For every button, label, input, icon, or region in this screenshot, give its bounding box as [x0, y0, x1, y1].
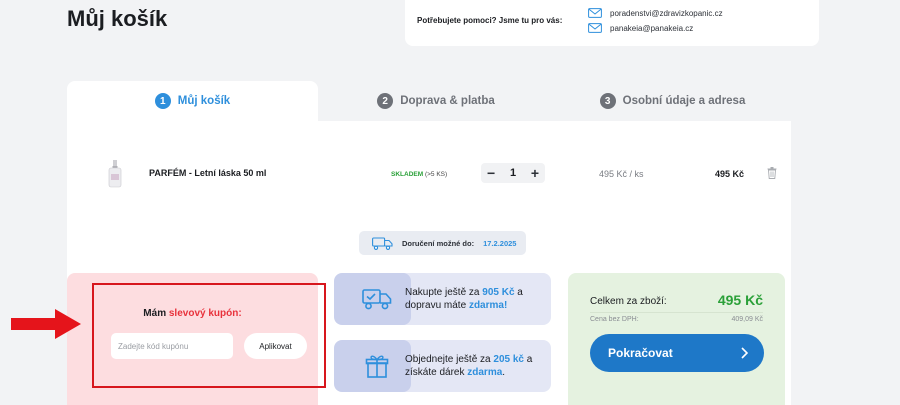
apply-coupon-button[interactable]: Aplikovat — [244, 333, 307, 359]
annotation-arrow-icon — [11, 309, 81, 339]
item-total-price: 495 Kč — [715, 169, 745, 179]
help-box: Potřebujete pomoci? Jsme tu pro vás: por… — [405, 0, 819, 46]
contact-email-text[interactable]: panakeia@panakeia.cz — [610, 24, 693, 33]
delivery-truck-icon — [362, 289, 392, 310]
mail-icon — [588, 23, 602, 33]
delivery-truck-icon — [372, 236, 393, 250]
promo-text: Nakupte ještě za 905 Kč a dopravu máte z… — [405, 286, 545, 312]
contact-email-2[interactable]: panakeia@panakeia.cz — [588, 23, 693, 33]
total-value: 495 Kč — [717, 292, 763, 308]
promo-text-part: Objednejte ještě za — [405, 354, 494, 365]
contact-email-1[interactable]: poradenstvi@zdravizkopanic.cz — [588, 8, 723, 18]
promo-highlight-amount: 205 kč — [493, 354, 524, 365]
stock-status: SKLADEM (>5 KS) — [391, 171, 447, 178]
step-number: 2 — [377, 93, 394, 109]
delivery-date: 17.2.2025 — [483, 238, 517, 248]
promo-highlight-free: zdarma! — [468, 300, 508, 311]
coupon-box: Mám slevový kupón: Aplikovat — [67, 273, 318, 405]
quantity-value[interactable]: 1 — [510, 167, 516, 179]
chevron-right-icon — [741, 347, 748, 359]
vat-label: Cena bez DPH: — [590, 316, 639, 323]
step-label: Osobní údaje a adresa — [622, 95, 746, 107]
free-shipping-promo: Nakupte ještě za 905 Kč a dopravu máte z… — [334, 273, 551, 325]
coupon-title: Mám slevový kupón: — [67, 308, 318, 319]
trash-icon[interactable] — [767, 167, 777, 179]
stock-count: (>5 KS) — [424, 171, 448, 178]
promo-highlight-free: zdarma — [467, 367, 503, 378]
contact-email-text[interactable]: poradenstvi@zdravizkopanic.cz — [610, 9, 723, 18]
unit-price: 495 Kč / ks — [599, 169, 644, 179]
delivery-label: Doručení možné do: — [402, 238, 475, 248]
step-label: Doprava & platba — [400, 95, 495, 107]
tab-shipping-payment[interactable]: 2 Doprava & platba — [318, 81, 554, 121]
coupon-title-prefix: Mám — [143, 308, 167, 319]
total-label: Celkem za zboží: — [590, 296, 667, 307]
checkout-steps: 1 Můj košík 2 Doprava & platba 3 Osobní … — [67, 81, 791, 121]
help-label: Potřebujete pomoci? Jsme tu pro vás: — [417, 16, 563, 25]
tab-my-cart[interactable]: 1 Můj košík — [67, 81, 318, 121]
decrease-quantity-button[interactable]: − — [487, 166, 495, 180]
stock-label: SKLADEM — [391, 171, 424, 178]
promo-text-part: . — [502, 367, 506, 378]
continue-button[interactable]: Pokračovat — [590, 334, 764, 372]
gift-icon — [365, 355, 389, 378]
page-title: Můj košík — [67, 6, 168, 31]
promo-highlight-amount: 905 Kč — [482, 287, 515, 298]
cart-content: PARFÉM - Letní láska 50 ml SKLADEM (>5 K… — [67, 121, 791, 405]
step-number: 3 — [599, 93, 616, 109]
summary-divider — [590, 312, 763, 313]
quantity-stepper: − 1 + — [481, 163, 545, 183]
coupon-code-input[interactable] — [111, 333, 233, 359]
delivery-info: Doručení možné do: 17.2.2025 — [359, 231, 526, 255]
free-gift-promo: Objednejte ještě za 205 kč a získáte dár… — [334, 340, 551, 392]
promo-text: Objednejte ještě za 205 kč a získáte dár… — [405, 353, 545, 379]
continue-label: Pokračovat — [608, 346, 673, 360]
product-name[interactable]: PARFÉM - Letní láska 50 ml — [149, 168, 266, 178]
step-label: Můj košík — [177, 95, 231, 107]
cart-item-row: PARFÉM - Letní láska 50 ml SKLADEM (>5 K… — [67, 156, 791, 192]
increase-quantity-button[interactable]: + — [531, 166, 539, 180]
coupon-title-accent: slevový kupón: — [168, 308, 242, 319]
promo-text-part: Nakupte ještě za — [405, 287, 483, 298]
tab-personal-details[interactable]: 3 Osobní údaje a adresa — [554, 81, 791, 121]
vat-value: 409,09 Kč — [731, 316, 763, 323]
step-number: 1 — [154, 93, 171, 109]
product-thumbnail[interactable] — [108, 160, 122, 188]
order-summary: Celkem za zboží: 495 Kč Cena bez DPH: 40… — [568, 273, 785, 405]
mail-icon — [588, 8, 602, 18]
